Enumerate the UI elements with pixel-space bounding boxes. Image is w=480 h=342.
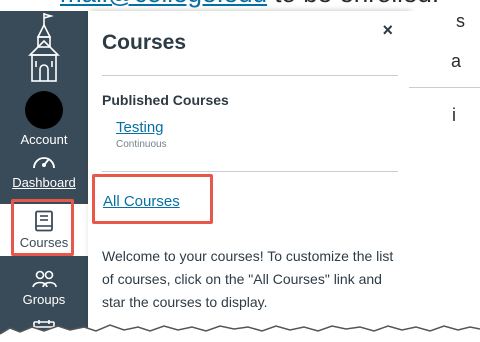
nav-groups[interactable]: Groups (0, 269, 88, 307)
college-tower-logo-icon[interactable] (24, 11, 64, 83)
avatar[interactable] (25, 91, 63, 129)
divider (409, 87, 480, 88)
divider (102, 75, 398, 76)
background-text: s (456, 11, 465, 31)
groups-people-icon (32, 270, 57, 288)
course-term: Continuous (116, 139, 167, 150)
divider (102, 171, 398, 172)
background-text: a (451, 51, 462, 71)
nav-groups-label: Groups (22, 292, 66, 307)
global-nav: Account Dashboard Courses Groups (0, 11, 88, 342)
top-text-rest: to be enrolled. (274, 0, 439, 8)
nav-dashboard[interactable]: Dashboard (0, 150, 88, 190)
course-link-testing[interactable]: Testing (116, 119, 164, 136)
background-text: i (452, 105, 456, 125)
tray-title: Courses (102, 31, 187, 54)
top-page-text: mail@college.edu to be enrolled. (0, 0, 480, 11)
close-icon[interactable]: × (382, 20, 393, 41)
nav-account-label: Account (20, 132, 68, 147)
nav-account[interactable]: Account (0, 91, 88, 147)
all-courses-highlight-box (92, 174, 213, 224)
torn-edge-decoration (0, 324, 480, 342)
published-courses-heading: Published Courses (102, 92, 229, 108)
courses-highlight-box (11, 199, 74, 256)
welcome-text: Welcome to your courses! To customize th… (102, 248, 394, 310)
nav-dashboard-label: Dashboard (12, 175, 76, 190)
dashboard-gauge-icon (33, 157, 55, 169)
courses-tray: Courses × Published Courses Testing Cont… (88, 11, 409, 342)
background-page: s a i (409, 11, 480, 342)
email-link[interactable]: mail@college.edu (60, 0, 267, 8)
